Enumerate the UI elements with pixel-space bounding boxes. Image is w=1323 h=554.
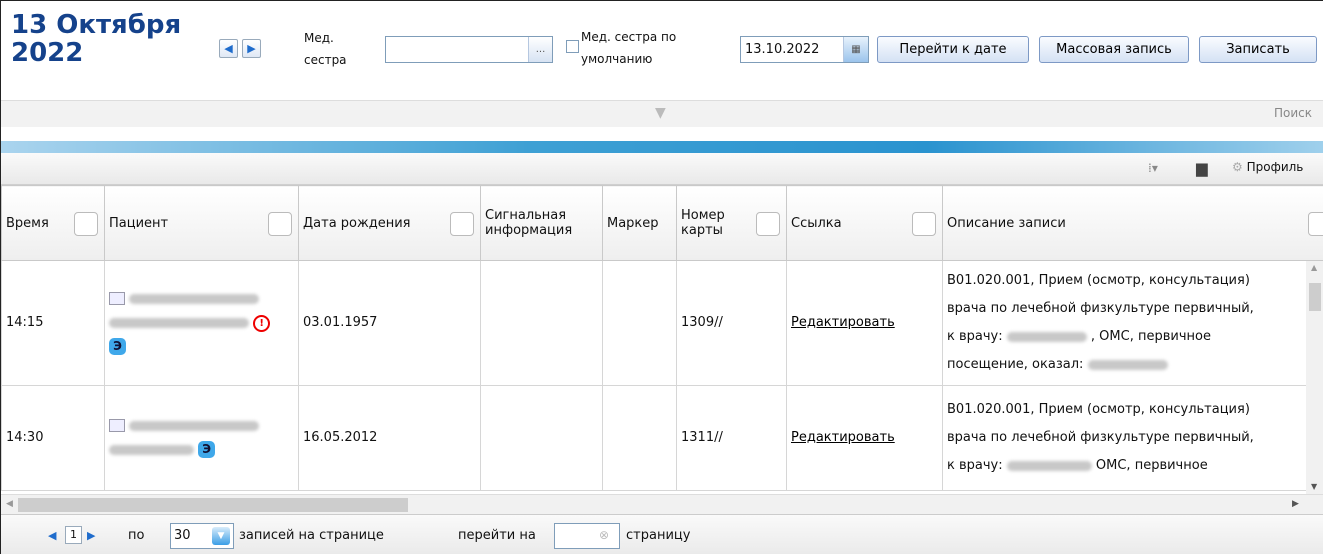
horizontal-scrollbar[interactable]: ◀ ▶ (1, 494, 1323, 514)
cell-birth-date: 16.05.2012 (298, 385, 481, 491)
goto-date-button[interactable]: Перейти к дате (877, 36, 1029, 63)
scroll-right-icon[interactable]: ▶ (1292, 499, 1299, 509)
col-header-marker[interactable]: Маркер (602, 185, 677, 261)
doctor-name-redacted (1087, 359, 1168, 370)
nurse-select[interactable]: ... (385, 36, 553, 63)
expand-chevron-icon[interactable]: ▼ (655, 105, 666, 121)
doctor-name-redacted (1006, 460, 1092, 471)
ellipsis-icon[interactable]: ... (528, 37, 552, 62)
stop-icon: ! (253, 315, 271, 332)
col-header-patient[interactable]: Пациент (104, 185, 299, 261)
page-title: 13 Октября 2022 (11, 11, 181, 67)
cell-marker (602, 260, 677, 386)
title-year: 2022 (11, 38, 84, 68)
page-label: страницу (626, 528, 691, 543)
filter-checkbox[interactable] (450, 212, 474, 236)
col-header-birth-date[interactable]: Дата рождения (298, 185, 481, 261)
date-field-value: 13.10.2022 (745, 42, 820, 57)
filter-checkbox[interactable] (268, 212, 292, 236)
table-row[interactable]: 14:30 Э 16.05.2012 1311// Редактировать … (1, 385, 1323, 491)
cell-card-number: 1309// (676, 260, 787, 386)
date-field[interactable]: 13.10.2022 ▦ (740, 36, 869, 63)
nurse-label: Мед. сестра (304, 31, 347, 67)
cell-birth-date: 03.01.1957 (298, 260, 481, 386)
cell-link: Редактировать (786, 385, 943, 491)
scroll-left-icon[interactable]: ◀ (6, 499, 13, 509)
cell-card-number: 1311// (676, 385, 787, 491)
gear-icon: ⚙ (1232, 160, 1243, 174)
search-panel: ▼ Поиск (1, 100, 1323, 127)
header-row: Время Пациент Дата рождения Сигнальная и… (1, 185, 1323, 261)
col-header-signal-info[interactable]: Сигнальная информация (480, 185, 603, 261)
cell-patient: ! Э (104, 260, 299, 386)
col-header-description[interactable]: Описание записи (942, 185, 1323, 261)
profile-button[interactable]: ⚙ Профиль (1232, 160, 1303, 174)
scroll-up-icon[interactable]: ▲ (1311, 263, 1317, 272)
next-day-button[interactable]: ▶ (242, 39, 261, 58)
page-size-select[interactable]: 30 ▼ (170, 523, 234, 549)
per-label: по (128, 528, 145, 543)
cell-signal-info (480, 385, 603, 491)
prev-day-button[interactable]: ◀ (219, 39, 238, 58)
filter-checkbox[interactable] (1308, 212, 1323, 236)
cell-marker (602, 385, 677, 491)
goto-page-input[interactable]: ⊗ (554, 523, 620, 549)
arrow-right-icon: ▶ (247, 42, 256, 55)
goto-label: перейти на (458, 528, 536, 543)
appointments-table: Время Пациент Дата рождения Сигнальная и… (1, 185, 1323, 491)
cell-time: 14:30 (1, 385, 105, 491)
e-badge: Э (198, 441, 216, 458)
current-page[interactable]: 1 (65, 526, 82, 544)
filter-checkbox[interactable] (74, 212, 98, 236)
arrow-left-icon: ◀ (224, 42, 233, 55)
cell-time: 14:15 (1, 260, 105, 386)
next-page-icon[interactable]: ▶ (87, 529, 95, 542)
col-header-card-number[interactable]: Номер карты (676, 185, 787, 261)
schedule-window: 13 Октября 2022 ◀ ▶ Мед. сестра ... Мед.… (0, 0, 1323, 554)
default-nurse-checkbox[interactable] (566, 40, 579, 53)
profile-label: Профиль (1246, 160, 1304, 174)
patient-name-redacted (109, 444, 194, 455)
col-header-link[interactable]: Ссылка (786, 185, 943, 261)
cell-description: B01.020.001, Прием (осмотр, консультация… (942, 260, 1323, 386)
cell-signal-info (480, 260, 603, 386)
patient-name-redacted (129, 420, 259, 431)
cell-link: Редактировать (786, 260, 943, 386)
calendar-icon[interactable]: ▦ (843, 37, 868, 62)
print-icon[interactable]: ▆ (1196, 159, 1208, 177)
id-card-icon[interactable] (109, 419, 125, 432)
pager: ◀ 1 ▶ по 30 ▼ записей на странице перейт… (1, 514, 1323, 554)
mass-record-button[interactable]: Массовая запись (1039, 36, 1189, 63)
e-badge: Э (109, 338, 126, 355)
clear-icon[interactable]: ⊗ (599, 528, 609, 542)
table-row[interactable]: 14:15 ! Э 03.01.1957 1309// Редактироват… (1, 260, 1323, 386)
columns-menu-icon[interactable]: ⁞▾ (1148, 161, 1158, 175)
filter-checkbox[interactable] (912, 212, 936, 236)
patient-name-redacted (109, 317, 249, 328)
default-nurse-label: Мед. сестра по умолчанию (581, 30, 677, 66)
horizontal-scroll-thumb[interactable] (18, 498, 408, 512)
cell-patient: Э (104, 385, 299, 491)
patient-name-redacted (129, 293, 259, 304)
cell-description: B01.020.001, Прием (осмотр, консультация… (942, 385, 1323, 491)
doctor-name-redacted (1006, 331, 1087, 342)
separator-bar (1, 141, 1323, 153)
filter-checkbox[interactable] (756, 212, 780, 236)
edit-link[interactable]: Редактировать (791, 430, 895, 445)
col-header-time[interactable]: Время (1, 185, 105, 261)
search-link[interactable]: Поиск (1274, 106, 1312, 120)
id-card-icon[interactable] (109, 292, 125, 305)
vertical-scrollbar[interactable]: ▲ ▼ (1306, 261, 1323, 494)
scroll-down-icon[interactable]: ▼ (1311, 482, 1317, 491)
record-button[interactable]: Записать (1199, 36, 1317, 63)
chevron-down-icon[interactable]: ▼ (212, 527, 230, 545)
grid-toolbar: ⁞▾ ▆ ⚙ Профиль (1, 153, 1323, 185)
edit-link[interactable]: Редактировать (791, 315, 895, 330)
title-date: 13 Октября (11, 10, 182, 40)
page-size-value: 30 (174, 528, 191, 543)
records-label: записей на странице (239, 528, 384, 543)
vertical-scroll-thumb[interactable] (1309, 283, 1321, 311)
prev-page-icon[interactable]: ◀ (48, 529, 56, 542)
